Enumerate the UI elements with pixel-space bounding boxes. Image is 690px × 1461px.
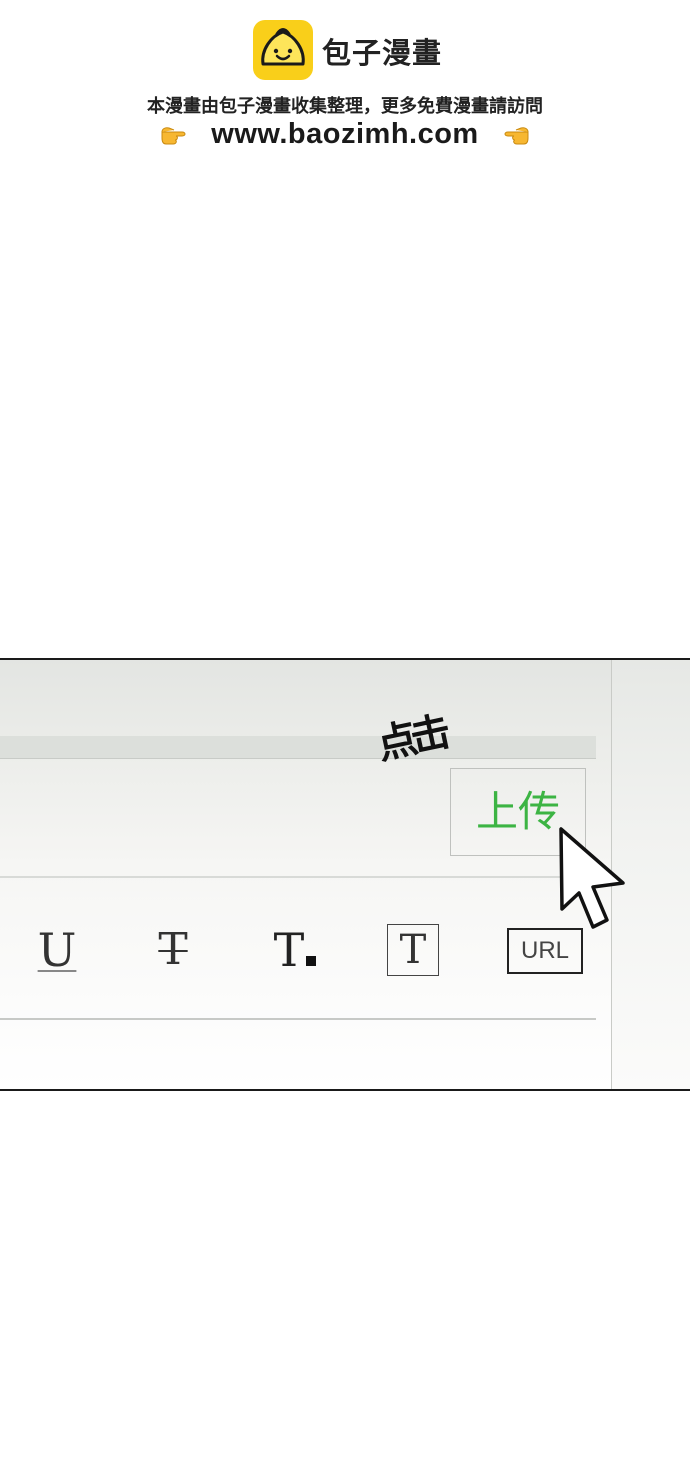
strikethrough-button[interactable]: T [146, 920, 200, 980]
font-size-button[interactable]: T [263, 920, 327, 980]
text-box-button[interactable]: T [387, 924, 439, 976]
underline-button[interactable]: U [30, 920, 84, 980]
upload-button[interactable]: 上传 [450, 768, 586, 856]
address-bar [0, 736, 596, 759]
right-pane [612, 660, 690, 1089]
watermark-header: 包子漫畫 [0, 20, 690, 80]
small-square-icon [306, 956, 317, 966]
pointing-right-hand-icon [160, 123, 196, 147]
comic-panel: 点击 上传 U T T T URL [0, 658, 690, 1091]
watermark-tagline: 本漫畫由包子漫畫收集整理，更多免費漫畫請訪問 [147, 96, 543, 117]
insert-link-button[interactable]: URL [507, 928, 583, 974]
toolbar-bottom-divider [0, 1018, 596, 1020]
watermark-url-row: www.baozimh.com [0, 118, 690, 154]
brand-name: 包子漫畫 [322, 36, 443, 70]
watermark-url: www.baozimh.com [211, 118, 479, 150]
steamed-bun-icon [253, 20, 313, 80]
font-size-label: T [273, 923, 305, 977]
toolbar-top-divider [0, 876, 596, 878]
pointing-left-hand-icon [494, 123, 530, 147]
pane-divider [611, 660, 612, 1089]
click-sound-effect: 点击 [373, 709, 450, 769]
